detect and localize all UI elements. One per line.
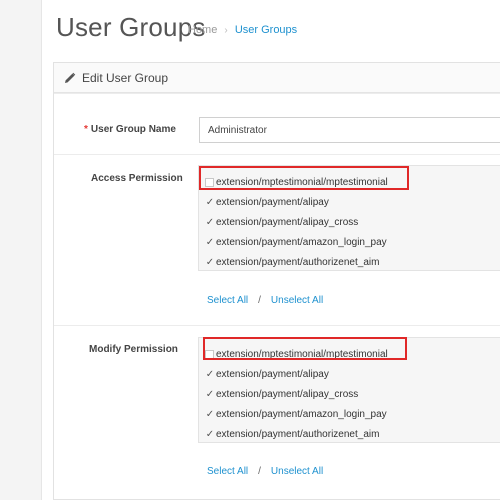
required-asterisk: * bbox=[84, 124, 88, 135]
access-permission-item[interactable]: ✓ extension/payment/alipay bbox=[205, 193, 329, 211]
modify-select-links: Select All / Unselect All bbox=[207, 466, 324, 477]
breadcrumb: Home › User Groups bbox=[188, 24, 297, 36]
access-select-links: Select All / Unselect All bbox=[207, 295, 324, 306]
unselect-all-link[interactable]: Unselect All bbox=[271, 466, 323, 477]
modify-permission-label: Modify Permission bbox=[89, 344, 178, 355]
breadcrumb-home[interactable]: Home bbox=[188, 24, 217, 36]
modify-permission-item[interactable]: ✓ extension/payment/alipay_cross bbox=[205, 385, 359, 403]
pencil-icon bbox=[65, 72, 76, 83]
checkmark-icon[interactable]: ✓ bbox=[205, 429, 215, 440]
left-gutter bbox=[0, 0, 42, 500]
access-permission-item[interactable]: ✓ extension/payment/alipay_cross bbox=[205, 213, 359, 231]
breadcrumb-separator: › bbox=[224, 25, 228, 36]
select-all-link[interactable]: Select All bbox=[207, 295, 248, 306]
modify-permission-item[interactable]: ✓ extension/payment/authorizenet_aim bbox=[205, 425, 380, 443]
access-permission-label: Access Permission bbox=[91, 173, 183, 184]
divider bbox=[54, 325, 500, 326]
modify-permission-item[interactable]: ✓ extension/payment/amazon_login_pay bbox=[205, 405, 387, 423]
edit-user-group-panel: Edit User Group *User Group Name Access … bbox=[53, 62, 500, 500]
access-permission-item[interactable]: ✓ extension/payment/amazon_login_pay bbox=[205, 233, 387, 251]
checkmark-icon[interactable]: ✓ bbox=[205, 257, 215, 268]
checkmark-icon[interactable]: ✓ bbox=[205, 389, 215, 400]
highlight-box bbox=[199, 166, 409, 190]
select-all-link[interactable]: Select All bbox=[207, 466, 248, 477]
access-permission-item[interactable]: ✓ extension/payment/authorizenet_aim bbox=[205, 253, 380, 271]
panel-heading: Edit User Group bbox=[54, 63, 500, 93]
user-group-name-input[interactable] bbox=[199, 117, 500, 143]
panel-title: Edit User Group bbox=[82, 70, 169, 85]
checkmark-icon[interactable]: ✓ bbox=[205, 197, 215, 208]
page-title: User Groups bbox=[56, 12, 206, 42]
divider bbox=[54, 154, 500, 155]
checkmark-icon[interactable]: ✓ bbox=[205, 369, 215, 380]
highlight-box bbox=[203, 337, 407, 360]
checkmark-icon[interactable]: ✓ bbox=[205, 237, 215, 248]
divider bbox=[54, 93, 500, 94]
breadcrumb-user-groups[interactable]: User Groups bbox=[235, 24, 297, 36]
page-header: User Groups Home › User Groups bbox=[52, 10, 500, 50]
checkmark-icon[interactable]: ✓ bbox=[205, 217, 215, 228]
unselect-all-link[interactable]: Unselect All bbox=[271, 295, 323, 306]
checkmark-icon[interactable]: ✓ bbox=[205, 409, 215, 420]
user-group-name-label: * User Group Name bbox=[84, 124, 176, 135]
modify-permission-item[interactable]: ✓ extension/payment/alipay bbox=[205, 365, 329, 383]
